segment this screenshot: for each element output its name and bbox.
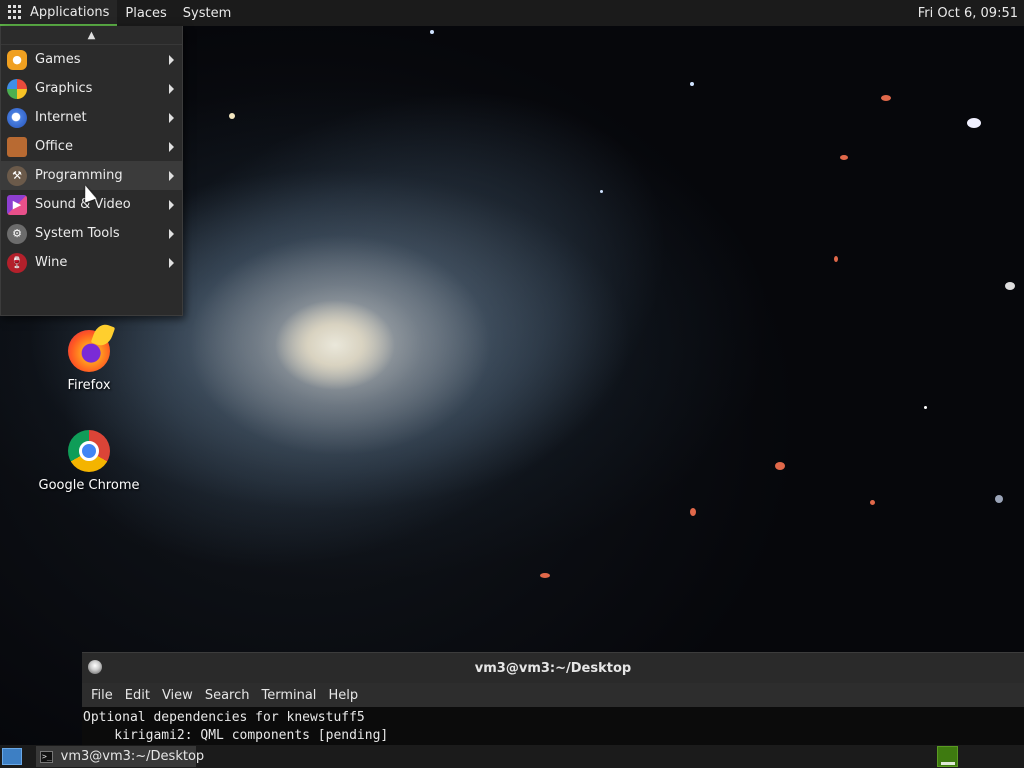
applications-label: Applications <box>30 4 110 20</box>
firefox-icon <box>68 330 110 372</box>
internet-icon <box>7 107 27 128</box>
bottom-panel: >_ vm3@vm3:~/Desktop <box>0 745 1024 768</box>
menu-terminal[interactable]: Terminal <box>255 688 322 703</box>
chrome-icon <box>68 430 110 472</box>
menu-item-label: System Tools <box>35 226 120 241</box>
star <box>690 82 694 86</box>
submenu-arrow-icon <box>169 112 174 123</box>
submenu-arrow-icon <box>169 170 174 181</box>
menu-item-graphics[interactable]: Graphics <box>1 74 182 103</box>
terminal-output[interactable]: Optional dependencies for knewstuff5 kir… <box>82 707 1024 746</box>
menu-item-label: Graphics <box>35 81 93 96</box>
taskbar-button-label: vm3@vm3:~/Desktop <box>60 749 205 764</box>
sound-video-icon: ▶ <box>7 194 27 215</box>
star <box>430 30 434 34</box>
star <box>229 113 235 119</box>
submenu-arrow-icon <box>169 257 174 268</box>
submenu-arrow-icon <box>169 228 174 239</box>
top-panel: Applications Places System Fri Oct 6, 09… <box>0 0 1024 26</box>
places-menu-button[interactable]: Places <box>117 0 174 26</box>
submenu-arrow-icon <box>169 199 174 210</box>
applications-dropdown: ▲ ● Games Graphics Internet Office ⚒ Pro… <box>0 26 183 316</box>
star <box>540 573 550 578</box>
terminal-menubar: File Edit View Search Terminal Help <box>82 683 1024 707</box>
menu-help[interactable]: Help <box>322 688 364 703</box>
desktop-icon-firefox[interactable]: Firefox <box>34 330 144 393</box>
menu-item-label: Games <box>35 52 81 67</box>
star <box>924 406 927 409</box>
menu-edit[interactable]: Edit <box>119 688 156 703</box>
menu-item-label: Office <box>35 139 73 154</box>
games-icon: ● <box>7 49 27 70</box>
terminal-window: vm3@vm3:~/Desktop File Edit View Search … <box>82 652 1024 746</box>
menu-file[interactable]: File <box>85 688 119 703</box>
terminal-icon: >_ <box>40 750 53 763</box>
menu-item-label: Internet <box>35 110 87 125</box>
menu-view[interactable]: View <box>156 688 199 703</box>
star <box>775 462 785 470</box>
office-icon <box>7 136 27 157</box>
submenu-arrow-icon <box>169 83 174 94</box>
desktop-icon-google-chrome[interactable]: Google Chrome <box>34 430 144 493</box>
programming-icon: ⚒ <box>7 165 27 186</box>
star <box>995 495 1003 503</box>
taskbar-button-terminal[interactable]: >_ vm3@vm3:~/Desktop <box>36 746 204 767</box>
wine-icon: 🍷 <box>7 252 27 273</box>
submenu-arrow-icon <box>169 54 174 65</box>
star <box>690 508 696 516</box>
terminal-line: Optional dependencies for knewstuff5 <box>83 710 365 725</box>
terminal-window-menu-icon[interactable] <box>88 660 102 674</box>
star <box>881 95 891 101</box>
menu-item-label: Wine <box>35 255 68 270</box>
menu-scroll-up-arrow[interactable]: ▲ <box>1 26 182 45</box>
menu-item-wine[interactable]: 🍷 Wine <box>1 248 182 277</box>
menu-search[interactable]: Search <box>199 688 256 703</box>
desktop-icon-label: Google Chrome <box>38 478 140 493</box>
desktop-icon-label: Firefox <box>67 378 111 393</box>
app-grid-icon <box>8 5 22 19</box>
star <box>870 500 875 505</box>
terminal-titlebar[interactable]: vm3@vm3:~/Desktop <box>82 653 1024 683</box>
applications-menu-button[interactable]: Applications <box>0 0 118 26</box>
menu-item-system-tools[interactable]: ⚙ System Tools <box>1 219 182 248</box>
menu-item-label: Programming <box>35 168 123 183</box>
graphics-icon <box>7 78 27 99</box>
star <box>1005 282 1015 290</box>
menu-item-internet[interactable]: Internet <box>1 103 182 132</box>
system-tools-icon: ⚙ <box>7 223 27 244</box>
terminal-title: vm3@vm3:~/Desktop <box>474 660 632 676</box>
menu-item-office[interactable]: Office <box>1 132 182 161</box>
star <box>967 118 981 128</box>
star <box>840 155 848 160</box>
submenu-arrow-icon <box>169 141 174 152</box>
menu-item-games[interactable]: ● Games <box>1 45 182 74</box>
menu-item-label: Sound & Video <box>35 197 131 212</box>
show-desktop-button[interactable] <box>2 748 22 765</box>
terminal-line: kirigami2: QML components [pending] <box>83 728 389 743</box>
workspace-switcher[interactable] <box>937 746 958 767</box>
system-menu-button[interactable]: System <box>175 0 239 26</box>
star <box>600 190 603 193</box>
star <box>834 256 838 262</box>
clock[interactable]: Fri Oct 6, 09:51 <box>910 0 1024 26</box>
